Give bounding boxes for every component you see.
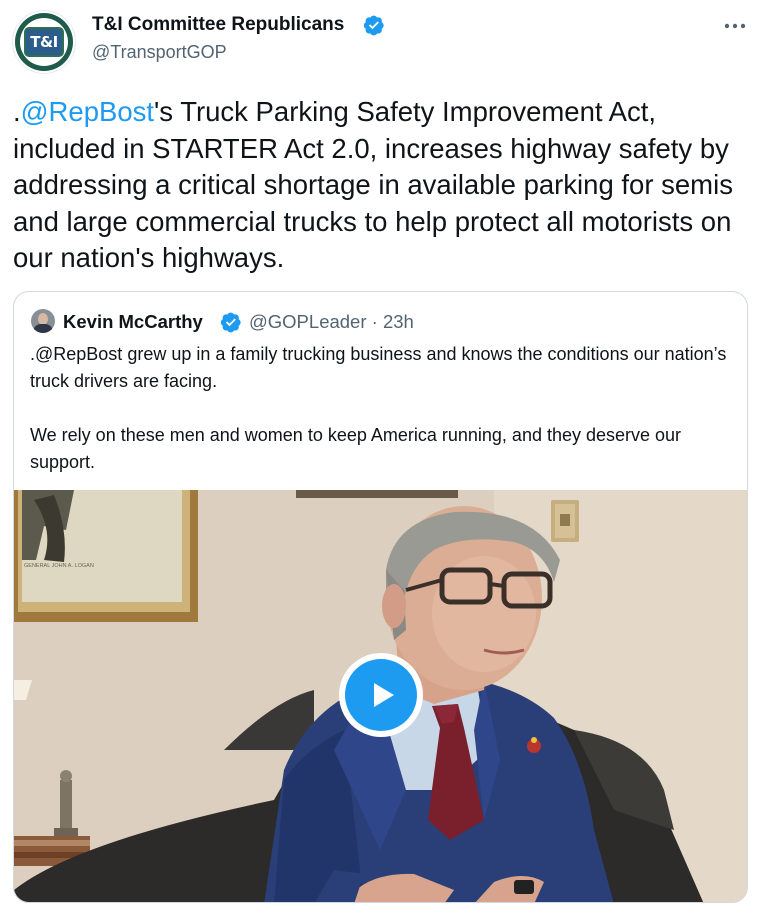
play-icon: [374, 683, 394, 707]
author-display-name[interactable]: T&I Committee Republicans: [92, 14, 344, 36]
more-dots-icon: [724, 23, 746, 29]
quoted-paragraph-2: We rely on these men and women to keep A…: [30, 425, 682, 472]
avatar-suit: [33, 324, 53, 333]
video-player[interactable]: GENERAL JOHN A. LOGAN: [14, 490, 747, 902]
quoted-paragraph-1: .@RepBost grew up in a family trucking b…: [30, 344, 727, 391]
quoted-author-avatar[interactable]: [31, 309, 55, 333]
quoted-author-handle[interactable]: @GOPLeader: [249, 311, 367, 332]
quoted-tweet-text: .@RepBost grew up in a family trucking b…: [30, 341, 735, 476]
avatar-logo: T&I: [24, 27, 64, 57]
avatar-inner: T&I: [20, 18, 68, 66]
quoted-timestamp[interactable]: 23h: [383, 311, 414, 332]
more-horizontal-icon[interactable]: [720, 14, 750, 38]
author-handle[interactable]: @TransportGOP: [92, 42, 227, 63]
avatar-ring: T&I: [15, 13, 73, 71]
frame-caption: GENERAL JOHN A. LOGAN: [24, 563, 94, 569]
tweet-text-prefix: .: [13, 96, 21, 127]
quoted-tweet-card[interactable]: Kevin McCarthy @GOPLeader · 23h .@RepBos…: [13, 291, 748, 903]
verified-badge-icon: [220, 312, 241, 333]
meta-separator: ·: [371, 311, 378, 332]
author-avatar[interactable]: T&I: [12, 10, 76, 74]
tweet-text: .@RepBost's Truck Parking Safety Improve…: [13, 94, 753, 277]
play-button[interactable]: [339, 653, 423, 737]
quoted-author-name[interactable]: Kevin McCarthy: [63, 311, 203, 333]
mention-link[interactable]: @RepBost: [21, 96, 154, 127]
verified-badge-icon: [363, 15, 384, 36]
tweet: T&I T&I Committee Republicans @Transport…: [0, 0, 762, 914]
play-button-circle: [345, 659, 417, 731]
quoted-author-meta: @GOPLeader · 23h: [249, 311, 414, 333]
